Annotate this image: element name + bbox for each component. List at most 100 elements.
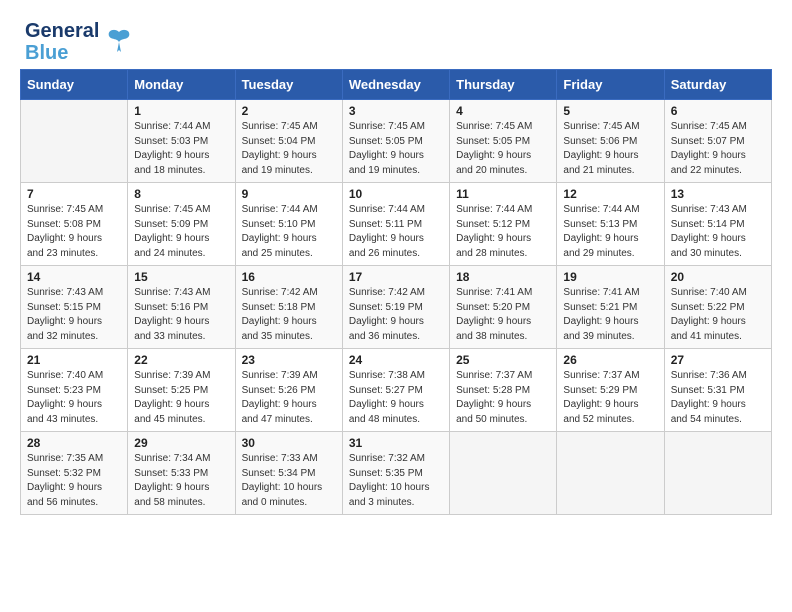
day-number: 12 bbox=[563, 187, 657, 201]
calendar-cell: 9 Sunrise: 7:44 AM Sunset: 5:10 PM Daylig… bbox=[235, 183, 342, 266]
day-number: 10 bbox=[349, 187, 443, 201]
day-info: Sunrise: 7:40 AM Sunset: 5:22 PM Dayligh… bbox=[671, 286, 765, 344]
calendar-header-row: Sunday Monday Tuesday Wednesday Thursday… bbox=[21, 70, 772, 100]
day-info: Sunrise: 7:44 AM Sunset: 5:12 PM Dayligh… bbox=[456, 203, 550, 261]
day-info: Sunrise: 7:41 AM Sunset: 5:20 PM Dayligh… bbox=[456, 286, 550, 344]
day-number: 14 bbox=[27, 270, 121, 284]
calendar-table: Sunday Monday Tuesday Wednesday Thursday… bbox=[20, 69, 772, 515]
day-info: Sunrise: 7:39 AM Sunset: 5:25 PM Dayligh… bbox=[134, 369, 228, 427]
calendar-cell: 29Sunrise: 7:34 AM Sunset: 5:33 PM Dayli… bbox=[128, 432, 235, 515]
day-info: Sunrise: 7:42 AM Sunset: 5:18 PM Dayligh… bbox=[242, 286, 336, 344]
day-number: 8 bbox=[134, 187, 228, 201]
day-info: Sunrise: 7:41 AM Sunset: 5:21 PM Dayligh… bbox=[563, 286, 657, 344]
day-info: Sunrise: 7:45 AM Sunset: 5:09 PM Dayligh… bbox=[134, 203, 228, 261]
day-number: 5 bbox=[563, 104, 657, 118]
calendar-cell: 6 Sunrise: 7:45 AM Sunset: 5:07 PM Daylig… bbox=[664, 100, 771, 183]
calendar-week-row: 28 Sunrise: 7:35 AM Sunset: 5:32 PM Dayli… bbox=[21, 432, 772, 515]
day-info: Sunrise: 7:42 AM Sunset: 5:19 PM Dayligh… bbox=[349, 286, 443, 344]
day-info: Sunrise: 7:43 AM Sunset: 5:16 PM Dayligh… bbox=[134, 286, 228, 344]
col-tuesday: Tuesday bbox=[235, 70, 342, 100]
day-info: Sunrise: 7:37 AM Sunset: 5:28 PM Dayligh… bbox=[456, 369, 550, 427]
day-number: 1 bbox=[134, 104, 228, 118]
col-friday: Friday bbox=[557, 70, 664, 100]
day-info: Sunrise: 7:45 AM Sunset: 5:06 PM Dayligh… bbox=[563, 120, 657, 178]
day-info: Sunrise: 7:35 AM Sunset: 5:32 PM Dayligh… bbox=[27, 452, 121, 510]
day-number: 4 bbox=[456, 104, 550, 118]
day-number: 15 bbox=[134, 270, 228, 284]
day-info: Sunrise: 7:33 AM Sunset: 5:34 PM Dayligh… bbox=[242, 452, 336, 510]
calendar-cell: 14Sunrise: 7:43 AM Sunset: 5:15 PM Dayli… bbox=[21, 266, 128, 349]
day-number: 13 bbox=[671, 187, 765, 201]
calendar-cell: 31 Sunrise: 7:32 AM Sunset: 5:35 PM Dayli… bbox=[342, 432, 449, 515]
calendar-cell: 13Sunrise: 7:43 AM Sunset: 5:14 PM Dayli… bbox=[664, 183, 771, 266]
day-number: 26 bbox=[563, 353, 657, 367]
day-info: Sunrise: 7:40 AM Sunset: 5:23 PM Dayligh… bbox=[27, 369, 121, 427]
day-number: 28 bbox=[27, 436, 121, 450]
calendar-cell bbox=[450, 432, 557, 515]
calendar-cell: 8 Sunrise: 7:45 AM Sunset: 5:09 PM Daylig… bbox=[128, 183, 235, 266]
logo-blue: Blue bbox=[25, 42, 99, 64]
day-info: Sunrise: 7:45 AM Sunset: 5:05 PM Dayligh… bbox=[456, 120, 550, 178]
day-info: Sunrise: 7:39 AM Sunset: 5:26 PM Dayligh… bbox=[242, 369, 336, 427]
calendar-cell: 5 Sunrise: 7:45 AM Sunset: 5:06 PM Daylig… bbox=[557, 100, 664, 183]
day-number: 23 bbox=[242, 353, 336, 367]
calendar-cell: 18 Sunrise: 7:41 AM Sunset: 5:20 PM Dayli… bbox=[450, 266, 557, 349]
col-sunday: Sunday bbox=[21, 70, 128, 100]
logo-general: General bbox=[25, 20, 99, 42]
day-info: Sunrise: 7:45 AM Sunset: 5:08 PM Dayligh… bbox=[27, 203, 121, 261]
calendar-cell bbox=[664, 432, 771, 515]
day-number: 7 bbox=[27, 187, 121, 201]
col-thursday: Thursday bbox=[450, 70, 557, 100]
calendar-week-row: 7 Sunrise: 7:45 AM Sunset: 5:08 PM Daylig… bbox=[21, 183, 772, 266]
calendar-cell: 3Sunrise: 7:45 AM Sunset: 5:05 PM Daylig… bbox=[342, 100, 449, 183]
day-number: 9 bbox=[242, 187, 336, 201]
col-wednesday: Wednesday bbox=[342, 70, 449, 100]
calendar-cell: 20Sunrise: 7:40 AM Sunset: 5:22 PM Dayli… bbox=[664, 266, 771, 349]
day-info: Sunrise: 7:44 AM Sunset: 5:13 PM Dayligh… bbox=[563, 203, 657, 261]
calendar-cell bbox=[557, 432, 664, 515]
logo-bird-icon bbox=[103, 24, 135, 61]
calendar-cell: 24Sunrise: 7:38 AM Sunset: 5:27 PM Dayli… bbox=[342, 349, 449, 432]
logo: General Blue bbox=[25, 20, 135, 64]
calendar-week-row: 21Sunrise: 7:40 AM Sunset: 5:23 PM Dayli… bbox=[21, 349, 772, 432]
calendar-cell: 1Sunrise: 7:44 AM Sunset: 5:03 PM Daylig… bbox=[128, 100, 235, 183]
col-monday: Monday bbox=[128, 70, 235, 100]
calendar-cell: 25 Sunrise: 7:37 AM Sunset: 5:28 PM Dayli… bbox=[450, 349, 557, 432]
calendar-cell: 28 Sunrise: 7:35 AM Sunset: 5:32 PM Dayli… bbox=[21, 432, 128, 515]
calendar-cell: 12 Sunrise: 7:44 AM Sunset: 5:13 PM Dayli… bbox=[557, 183, 664, 266]
day-number: 22 bbox=[134, 353, 228, 367]
day-info: Sunrise: 7:45 AM Sunset: 5:07 PM Dayligh… bbox=[671, 120, 765, 178]
calendar-cell: 11 Sunrise: 7:44 AM Sunset: 5:12 PM Dayli… bbox=[450, 183, 557, 266]
calendar-cell: 26 Sunrise: 7:37 AM Sunset: 5:29 PM Dayli… bbox=[557, 349, 664, 432]
day-number: 11 bbox=[456, 187, 550, 201]
day-info: Sunrise: 7:34 AM Sunset: 5:33 PM Dayligh… bbox=[134, 452, 228, 510]
calendar-cell: 7 Sunrise: 7:45 AM Sunset: 5:08 PM Daylig… bbox=[21, 183, 128, 266]
calendar-cell bbox=[21, 100, 128, 183]
calendar-cell: 23 Sunrise: 7:39 AM Sunset: 5:26 PM Dayli… bbox=[235, 349, 342, 432]
day-number: 16 bbox=[242, 270, 336, 284]
calendar-cell: 16 Sunrise: 7:42 AM Sunset: 5:18 PM Dayli… bbox=[235, 266, 342, 349]
calendar-wrapper: Sunday Monday Tuesday Wednesday Thursday… bbox=[10, 69, 782, 525]
day-number: 31 bbox=[349, 436, 443, 450]
day-info: Sunrise: 7:36 AM Sunset: 5:31 PM Dayligh… bbox=[671, 369, 765, 427]
day-number: 6 bbox=[671, 104, 765, 118]
calendar-week-row: 1Sunrise: 7:44 AM Sunset: 5:03 PM Daylig… bbox=[21, 100, 772, 183]
day-info: Sunrise: 7:45 AM Sunset: 5:04 PM Dayligh… bbox=[242, 120, 336, 178]
day-info: Sunrise: 7:37 AM Sunset: 5:29 PM Dayligh… bbox=[563, 369, 657, 427]
day-number: 18 bbox=[456, 270, 550, 284]
day-number: 27 bbox=[671, 353, 765, 367]
day-info: Sunrise: 7:32 AM Sunset: 5:35 PM Dayligh… bbox=[349, 452, 443, 510]
day-number: 30 bbox=[242, 436, 336, 450]
day-number: 25 bbox=[456, 353, 550, 367]
calendar-cell: 17 Sunrise: 7:42 AM Sunset: 5:19 PM Dayli… bbox=[342, 266, 449, 349]
calendar-cell: 4 Sunrise: 7:45 AM Sunset: 5:05 PM Daylig… bbox=[450, 100, 557, 183]
day-info: Sunrise: 7:44 AM Sunset: 5:10 PM Dayligh… bbox=[242, 203, 336, 261]
page-header: General Blue bbox=[10, 10, 782, 69]
day-number: 2 bbox=[242, 104, 336, 118]
col-saturday: Saturday bbox=[664, 70, 771, 100]
calendar-cell: 19 Sunrise: 7:41 AM Sunset: 5:21 PM Dayli… bbox=[557, 266, 664, 349]
day-info: Sunrise: 7:45 AM Sunset: 5:05 PM Dayligh… bbox=[349, 120, 443, 178]
day-number: 17 bbox=[349, 270, 443, 284]
calendar-cell: 2 Sunrise: 7:45 AM Sunset: 5:04 PM Daylig… bbox=[235, 100, 342, 183]
day-number: 19 bbox=[563, 270, 657, 284]
